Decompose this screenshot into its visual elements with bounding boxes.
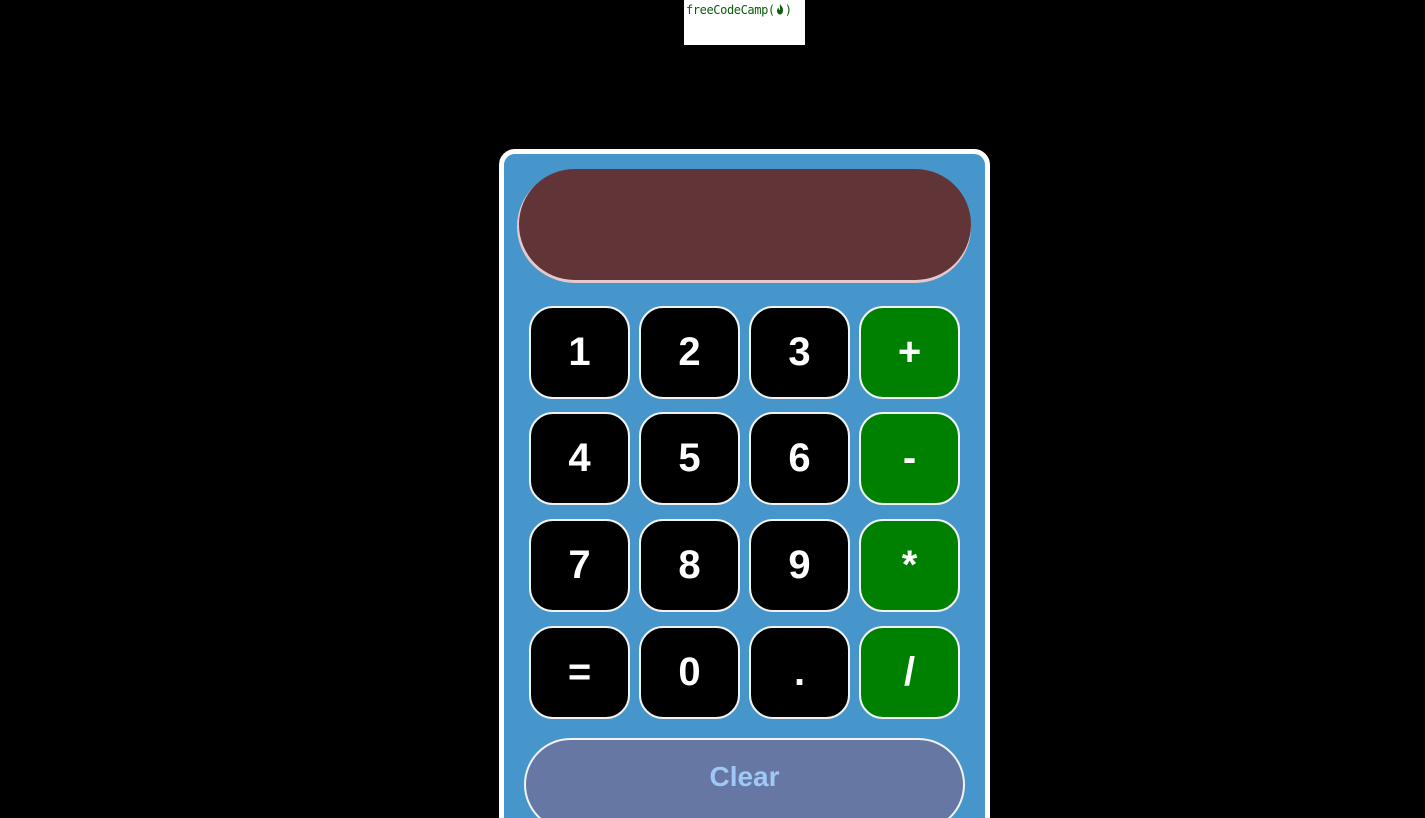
digit-8-button[interactable]: 8 <box>639 519 740 612</box>
calculator: 1 2 3 +4 5 6- 7 8 9 * = 0. / Clear <box>499 149 990 818</box>
fire-icon <box>775 3 785 20</box>
digit-7-button[interactable]: 7 <box>529 519 630 612</box>
calculator-display <box>519 169 971 280</box>
subtract-button[interactable]: - <box>859 412 960 505</box>
freecodecamp-banner[interactable]: freeCodeCamp() <box>684 0 805 45</box>
digit-5-button[interactable]: 5 <box>639 412 740 505</box>
add-button[interactable]: + <box>859 306 960 399</box>
clear-button[interactable]: Clear <box>524 738 965 818</box>
banner-close: ) <box>784 3 792 17</box>
digit-6-button[interactable]: 6 <box>749 412 850 505</box>
decimal-button[interactable]: . <box>749 626 850 719</box>
equals-button[interactable]: = <box>529 626 630 719</box>
multiply-button[interactable]: * <box>859 519 960 612</box>
digit-0-button[interactable]: 0 <box>639 626 740 719</box>
divide-button[interactable]: / <box>859 626 960 719</box>
banner-text: freeCodeCamp( <box>686 3 775 17</box>
digit-1-button[interactable]: 1 <box>529 306 630 399</box>
digit-4-button[interactable]: 4 <box>529 412 630 505</box>
digit-2-button[interactable]: 2 <box>639 306 740 399</box>
digit-3-button[interactable]: 3 <box>749 306 850 399</box>
digit-9-button[interactable]: 9 <box>749 519 850 612</box>
